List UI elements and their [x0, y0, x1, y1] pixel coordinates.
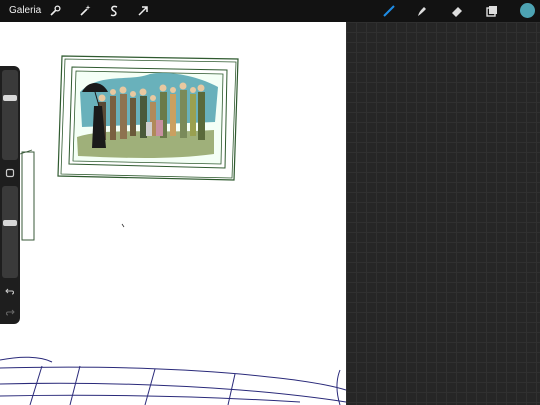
picture-frame-drawing [57, 55, 239, 181]
sketch-artwork [0, 55, 346, 405]
opacity-slider[interactable] [2, 186, 18, 278]
redo-icon[interactable] [3, 306, 17, 318]
top-toolbar: Galeria [0, 0, 540, 22]
opacity-thumb[interactable] [3, 220, 17, 227]
gallery-button[interactable]: Galeria [9, 5, 41, 16]
square-modify-icon[interactable] [3, 167, 17, 179]
drawing-canvas[interactable] [0, 22, 346, 405]
brush-icon[interactable] [381, 3, 397, 19]
brush-size-thumb[interactable] [3, 95, 17, 102]
layers-icon[interactable] [484, 3, 500, 19]
right-panel-area [346, 22, 540, 405]
smudge-icon[interactable] [414, 3, 430, 19]
wrench-icon[interactable] [47, 3, 63, 19]
selection-icon[interactable] [106, 3, 122, 19]
brush-size-slider[interactable] [2, 70, 18, 160]
side-toolbar [0, 66, 20, 324]
color-swatch[interactable] [520, 3, 535, 18]
undo-icon[interactable] [3, 285, 17, 297]
eraser-icon[interactable] [449, 3, 465, 19]
transform-arrow-icon[interactable] [135, 3, 151, 19]
magic-wand-icon[interactable] [77, 3, 93, 19]
